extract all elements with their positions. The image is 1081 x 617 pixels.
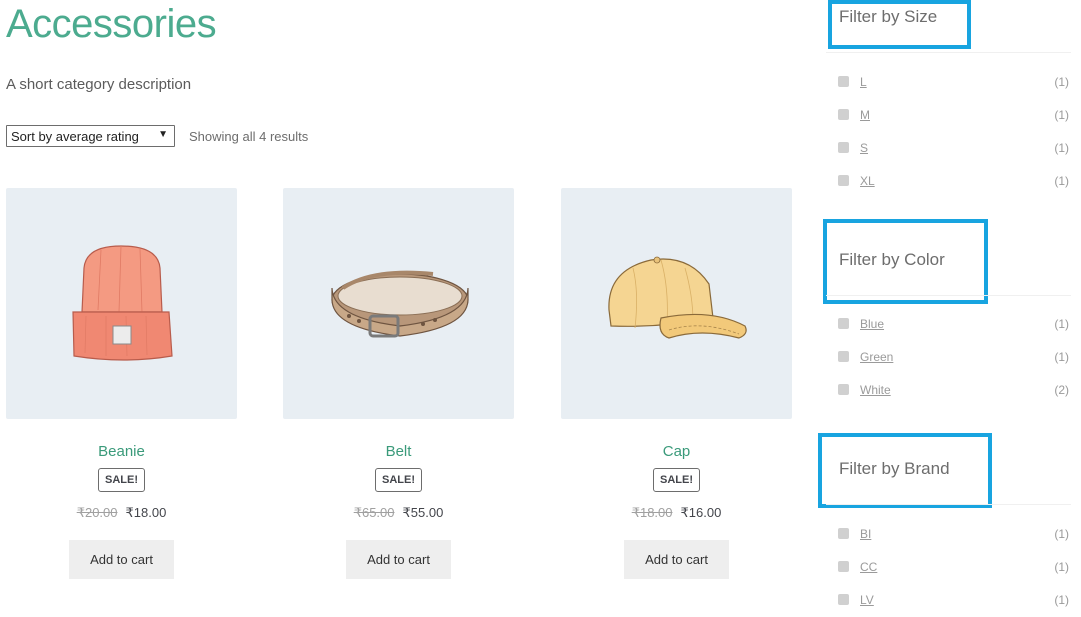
widget-title-size: Filter by Size <box>839 7 938 26</box>
checkbox[interactable] <box>838 109 849 120</box>
filter-count: (1) <box>1054 141 1069 155</box>
filter-link[interactable]: White <box>860 383 891 397</box>
category-description: A short category description <box>6 76 192 93</box>
divider <box>826 504 1071 505</box>
result-count: Showing all 4 results <box>189 129 309 144</box>
product-card-cap: Cap SALE! ₹18.00 ₹16.00 Add to cart <box>561 188 792 579</box>
checkbox[interactable] <box>838 76 849 87</box>
filter-count: (1) <box>1054 317 1069 331</box>
original-price: ₹20.00 <box>76 505 118 520</box>
add-to-cart-button[interactable]: Add to cart <box>69 540 174 579</box>
original-price: ₹18.00 <box>631 505 673 520</box>
checkbox[interactable] <box>838 384 849 395</box>
sale-price: ₹16.00 <box>680 505 722 520</box>
filter-link[interactable]: CC <box>860 560 877 574</box>
filter-link[interactable]: LV <box>860 593 874 607</box>
filter-count: (1) <box>1054 560 1069 574</box>
checkbox[interactable] <box>838 318 849 329</box>
filter-item-color-white[interactable]: White (2) <box>838 383 1071 399</box>
checkbox[interactable] <box>838 351 849 362</box>
sale-badge: SALE! <box>375 468 422 492</box>
product-image-cap[interactable] <box>561 188 792 419</box>
filter-count: (1) <box>1054 350 1069 364</box>
filter-link[interactable]: Blue <box>860 317 884 331</box>
filter-item-size-m[interactable]: M (1) <box>838 108 1071 124</box>
widget-title-brand: Filter by Brand <box>839 459 950 478</box>
filter-count: (1) <box>1054 527 1069 541</box>
filter-count: (1) <box>1054 108 1069 122</box>
filter-link[interactable]: Green <box>860 350 893 364</box>
product-image-beanie[interactable] <box>6 188 237 419</box>
product-price: ₹65.00 ₹55.00 <box>283 505 514 521</box>
filter-count: (1) <box>1054 75 1069 89</box>
cap-image-icon <box>608 256 747 339</box>
filter-link[interactable]: L <box>860 75 867 89</box>
original-price: ₹65.00 <box>353 505 395 520</box>
filter-item-size-l[interactable]: L (1) <box>838 75 1071 91</box>
widget-title-color: Filter by Color <box>839 250 945 269</box>
add-to-cart-button[interactable]: Add to cart <box>624 540 729 579</box>
filter-item-brand-cc[interactable]: CC (1) <box>838 560 1071 576</box>
belt-image-icon <box>331 270 469 338</box>
divider <box>826 295 1071 296</box>
filter-count: (1) <box>1054 593 1069 607</box>
page-title: Accessories <box>6 2 217 46</box>
product-price: ₹18.00 ₹16.00 <box>561 505 792 521</box>
product-card-beanie: Beanie SALE! ₹20.00 ₹18.00 Add to cart <box>6 188 237 579</box>
filter-item-size-s[interactable]: S (1) <box>838 141 1071 157</box>
product-title[interactable]: Cap <box>561 443 792 460</box>
filter-item-size-xl[interactable]: XL (1) <box>838 174 1071 190</box>
add-to-cart-button[interactable]: Add to cart <box>346 540 451 579</box>
filter-link[interactable]: S <box>860 141 868 155</box>
sale-badge: SALE! <box>98 468 145 492</box>
checkbox[interactable] <box>838 175 849 186</box>
filter-link[interactable]: XL <box>860 174 875 188</box>
product-card-belt: Belt SALE! ₹65.00 ₹55.00 Add to cart <box>283 188 514 579</box>
product-image-belt[interactable] <box>283 188 514 419</box>
checkbox[interactable] <box>838 528 849 539</box>
filter-link[interactable]: BI <box>860 527 871 541</box>
sale-price: ₹55.00 <box>402 505 444 520</box>
filter-item-brand-lv[interactable]: LV (1) <box>838 593 1071 609</box>
checkbox[interactable] <box>838 561 849 572</box>
filter-item-color-blue[interactable]: Blue (1) <box>838 317 1071 333</box>
sort-select[interactable]: Sort by average rating ▼ <box>6 125 175 147</box>
sale-badge: SALE! <box>653 468 700 492</box>
checkbox[interactable] <box>838 594 849 605</box>
product-title[interactable]: Belt <box>283 443 514 460</box>
filter-item-color-green[interactable]: Green (1) <box>838 350 1071 366</box>
checkbox[interactable] <box>838 142 849 153</box>
product-title[interactable]: Beanie <box>6 443 237 460</box>
sale-price: ₹18.00 <box>125 505 167 520</box>
filter-count: (1) <box>1054 174 1069 188</box>
divider <box>826 52 1071 53</box>
filter-link[interactable]: M <box>860 108 870 122</box>
sort-select-value: Sort by average rating <box>11 129 139 144</box>
filter-item-brand-bi[interactable]: BI (1) <box>838 527 1071 543</box>
dropdown-arrow-icon: ▼ <box>158 129 168 140</box>
filter-count: (2) <box>1054 383 1069 397</box>
beanie-image-icon <box>72 245 173 361</box>
product-price: ₹20.00 ₹18.00 <box>6 505 237 521</box>
